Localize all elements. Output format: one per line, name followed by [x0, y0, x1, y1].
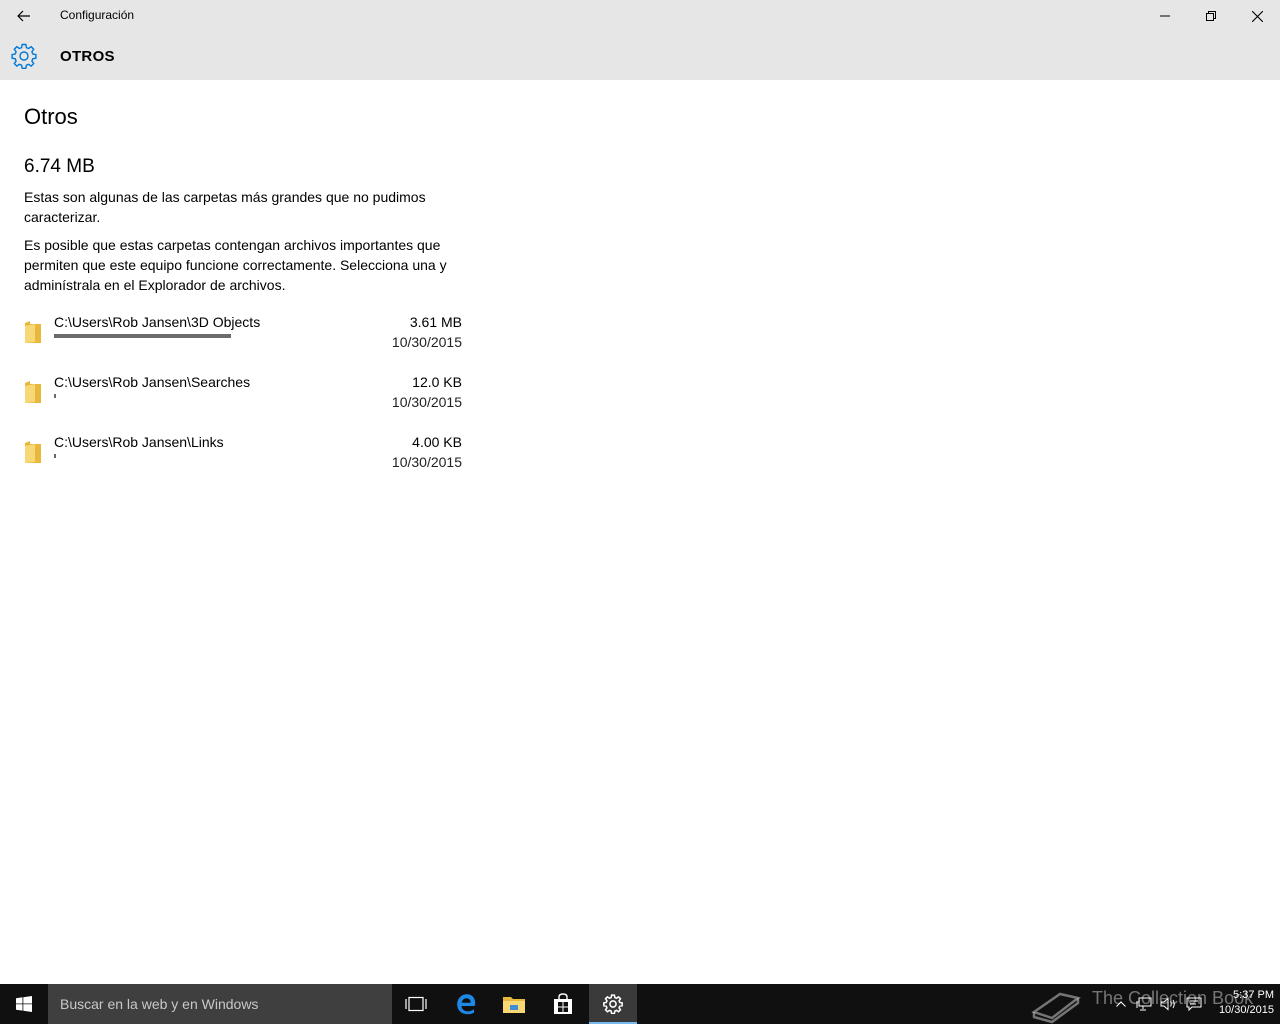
section-title: OTROS [60, 48, 115, 65]
taskbar: Buscar en la web y en Windows The Collec… [0, 984, 1280, 1024]
search-placeholder: Buscar en la web y en Windows [60, 996, 259, 1012]
file-explorer-icon [503, 997, 525, 1013]
folder-path: C:\Users\Rob Jansen\Links [54, 434, 224, 450]
folder-icon [25, 321, 41, 343]
total-size: 6.74 MB [24, 156, 95, 177]
edge-button[interactable] [442, 984, 490, 1024]
page-header: OTROS [0, 32, 1280, 80]
taskbar-search-box[interactable]: Buscar en la web y en Windows [48, 984, 392, 1024]
file-explorer-button[interactable] [490, 984, 538, 1024]
back-arrow-icon [17, 10, 30, 22]
restore-button[interactable] [1188, 0, 1234, 32]
app-title: Configuración [60, 8, 135, 22]
folder-date: 10/30/2015 [391, 394, 462, 410]
volume-button[interactable] [1158, 984, 1180, 1024]
system-clock[interactable]: 5:37 PM 10/30/2015 [1206, 988, 1274, 1018]
usage-bar [54, 394, 384, 398]
description-text-2: Es posible que estas carpetas contengan … [24, 237, 447, 293]
task-view-button[interactable] [392, 984, 440, 1024]
folder-list-item[interactable]: C:\Users\Rob Jansen\Searches 12.0 KB 10/… [24, 374, 464, 428]
show-hidden-icons-button[interactable] [1112, 984, 1130, 1024]
usage-bar-fill [54, 394, 56, 398]
usage-bar-fill [54, 334, 231, 338]
network-icon [1136, 997, 1152, 1011]
usage-bar [54, 334, 384, 338]
folder-list-item[interactable]: C:\Users\Rob Jansen\Links 4.00 KB 10/30/… [24, 434, 464, 488]
volume-icon [1160, 997, 1175, 1011]
folder-path: C:\Users\Rob Jansen\3D Objects [54, 314, 261, 330]
edge-icon [457, 994, 476, 1015]
task-view-icon [405, 996, 427, 1012]
page-title: Otros [24, 104, 78, 129]
minimize-button[interactable] [1142, 0, 1188, 32]
folder-date: 10/30/2015 [391, 334, 462, 350]
folder-size: 3.61 MB [409, 314, 462, 330]
folder-icon [25, 381, 41, 403]
action-center-button[interactable] [1184, 984, 1204, 1024]
folder-path: C:\Users\Rob Jansen\Searches [54, 374, 251, 390]
book-logo-icon [1031, 992, 1081, 1024]
title-bar: Configuración [0, 0, 1280, 32]
store-button[interactable] [539, 984, 587, 1024]
chevron-up-icon [1116, 1001, 1126, 1007]
start-button[interactable] [0, 984, 48, 1024]
gear-icon [11, 43, 37, 69]
usage-bar-fill [54, 454, 56, 458]
folder-size: 4.00 KB [412, 434, 462, 450]
folder-date: 10/30/2015 [391, 454, 462, 470]
minimize-icon [1160, 15, 1170, 17]
close-button[interactable] [1234, 0, 1280, 32]
store-icon [554, 993, 572, 1014]
notification-icon [1186, 997, 1202, 1011]
settings-icon [603, 994, 623, 1014]
close-icon [1251, 10, 1263, 22]
folder-icon [25, 441, 41, 463]
folder-list-item[interactable]: C:\Users\Rob Jansen\3D Objects 3.61 MB 1… [24, 314, 464, 368]
folder-size: 12.0 KB [412, 374, 462, 390]
back-button[interactable] [0, 0, 48, 32]
restore-icon [1206, 11, 1216, 21]
windows-logo-icon [16, 996, 32, 1012]
network-button[interactable] [1134, 984, 1154, 1024]
usage-bar [54, 454, 384, 458]
clock-date: 10/30/2015 [1218, 1004, 1274, 1016]
description-text: Estas son algunas de las carpetas más gr… [24, 189, 426, 225]
clock-time: 5:37 PM [1233, 989, 1274, 1001]
settings-taskbar-button[interactable] [589, 984, 637, 1024]
